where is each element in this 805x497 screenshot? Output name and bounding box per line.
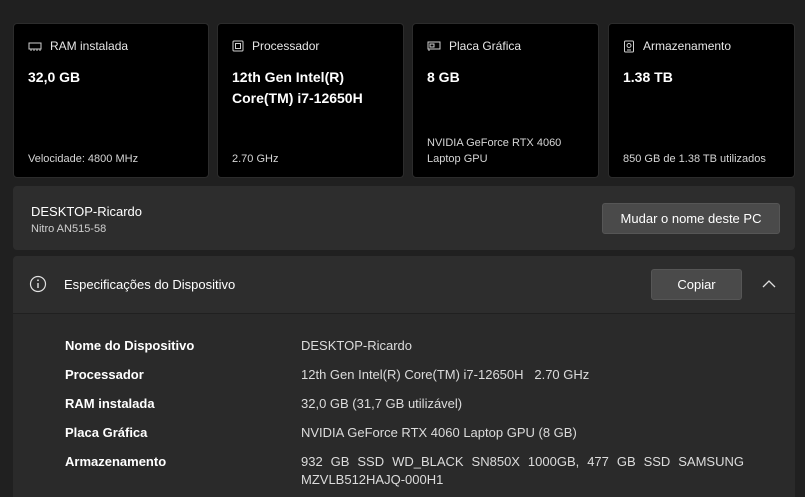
processor-card-header: Processador — [232, 39, 319, 53]
rename-pc-button[interactable]: Mudar o nome deste PC — [602, 203, 780, 234]
gpu-card: Placa Gráfica 8 GB NVIDIA GeForce RTX 40… — [412, 23, 599, 178]
device-name-bar: DESKTOP-Ricardo Nitro AN515-58 Mudar o n… — [13, 186, 795, 250]
storage-card-value: 1.38 TB — [623, 69, 673, 85]
storage-card-sub: 850 GB de 1.38 TB utilizados — [623, 153, 766, 165]
device-model: Nitro AN515-58 — [31, 223, 107, 235]
processor-card-value: 12th Gen Intel(R) Core(TM) i7-12650H — [232, 69, 363, 106]
ram-card-sub: Velocidade: 4800 MHz — [28, 153, 139, 165]
ram-card-header: RAM instalada — [28, 39, 128, 53]
processor-icon — [232, 40, 244, 52]
device-specs-body: Nome do Dispositivo DESKTOP-Ricardo Proc… — [13, 314, 795, 497]
spec-value: 932 GB SSD WD_BLACK SN850X 1000GB, 477 G… — [301, 454, 744, 487]
gpu-card-header: Placa Gráfica — [427, 39, 521, 53]
device-specs-header[interactable]: Especificações do Dispositivo Copiar — [13, 256, 795, 313]
chevron-up-icon[interactable] — [762, 276, 776, 294]
info-icon — [29, 275, 47, 298]
ram-icon — [28, 40, 42, 52]
spec-label: RAM instalada — [65, 396, 155, 411]
processor-card: Processador 12th Gen Intel(R) Core(TM) i… — [217, 23, 404, 178]
processor-card-sub: 2.70 GHz — [232, 153, 279, 165]
spec-value: NVIDIA GeForce RTX 4060 Laptop GPU (8 GB… — [301, 425, 577, 440]
processor-card-label: Processador — [252, 39, 320, 53]
spec-value: 32,0 GB (31,7 GB utilizável) — [301, 396, 463, 411]
spec-label: Armazenamento — [65, 454, 167, 469]
storage-card-label: Armazenamento — [643, 39, 732, 53]
spec-label: Placa Gráfica — [65, 425, 148, 440]
gpu-card-value: 8 GB — [427, 69, 460, 85]
device-specs-title: Especificações do Dispositivo — [64, 277, 236, 292]
device-name: DESKTOP-Ricardo — [31, 204, 143, 219]
ram-card-label: RAM instalada — [50, 39, 129, 53]
gpu-card-sub: NVIDIA GeForce RTX 4060 Laptop GPU — [427, 137, 562, 165]
storage-card-header: Armazenamento — [623, 39, 731, 53]
copy-button[interactable]: Copiar — [651, 269, 742, 300]
storage-card: Armazenamento 1.38 TB 850 GB de 1.38 TB … — [608, 23, 795, 178]
spec-label: Processador — [65, 367, 144, 382]
gpu-icon — [427, 40, 441, 52]
storage-icon — [623, 40, 635, 53]
gpu-card-label: Placa Gráfica — [449, 39, 522, 53]
spec-label: Nome do Dispositivo — [65, 338, 195, 353]
spec-value: 12th Gen Intel(R) Core(TM) i7-12650H 2.7… — [301, 367, 590, 382]
spec-value: DESKTOP-Ricardo — [301, 338, 413, 353]
ram-card-value: 32,0 GB — [28, 69, 81, 85]
ram-card: RAM instalada 32,0 GB Velocidade: 4800 M… — [13, 23, 209, 178]
